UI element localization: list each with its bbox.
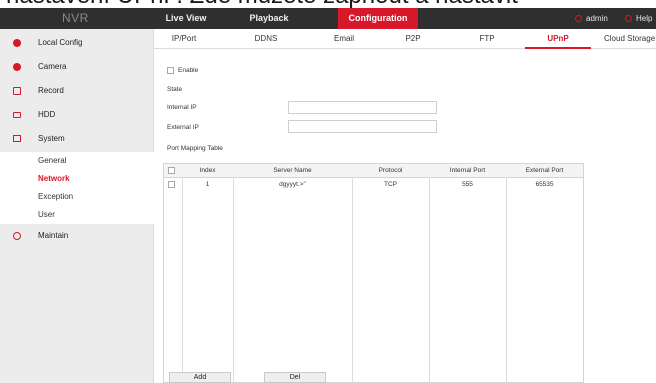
subtab-ftp[interactable]: FTP	[472, 29, 502, 49]
help-menu[interactable]: Help	[625, 8, 652, 29]
system-submenu: General Network Exception User	[0, 152, 154, 224]
sidebar-item-record[interactable]: Record	[0, 79, 154, 103]
sidebar-item-label: HDD	[38, 110, 56, 119]
cell-server-name: dgyyyt.>"	[279, 181, 306, 188]
subtab-upnp[interactable]: UPnP	[525, 29, 591, 49]
record-icon	[13, 87, 21, 95]
sidebar-item-label: System	[38, 134, 65, 143]
user-menu[interactable]: admin	[575, 8, 608, 29]
user-icon	[575, 15, 582, 23]
gear-icon	[13, 39, 21, 47]
state-label: State	[167, 86, 183, 93]
cell-external-port: 65535	[535, 181, 554, 188]
network-subtabs: IP/Port DDNS Email P2P FTP UPnP Cloud St…	[154, 29, 656, 49]
row-select-cell	[164, 178, 182, 192]
sidebar-item-label: Record	[38, 86, 64, 95]
subtab-p2p[interactable]: P2P	[398, 29, 428, 49]
external-ip-field[interactable]	[288, 120, 437, 133]
sidebar-item-label: Camera	[38, 62, 67, 71]
tab-live-view[interactable]: Live View	[149, 8, 223, 29]
sidebar-subitem-user[interactable]: User	[0, 206, 154, 224]
row-checkbox[interactable]	[168, 181, 175, 188]
enable-checkbox[interactable]	[167, 67, 174, 74]
top-navigation-bar: NVR Live View Playback Configuration adm…	[0, 8, 656, 29]
internal-ip-label: Internal IP	[167, 104, 197, 111]
column-divider	[233, 164, 234, 382]
external-ip-label: External IP	[167, 124, 199, 131]
tab-configuration[interactable]: Configuration	[338, 8, 418, 29]
sidebar-subitem-general[interactable]: General	[0, 152, 154, 170]
port-mapping-table-title: Port Mapping Table	[167, 145, 223, 152]
sidebar-item-label: Maintain	[38, 231, 69, 240]
sidebar-item-hdd[interactable]: HDD	[0, 103, 154, 127]
sidebar-item-maintain[interactable]: Maintain	[0, 224, 154, 248]
column-header-index[interactable]: Index	[182, 164, 233, 178]
help-label: Help	[636, 14, 653, 23]
table-header: Index Server Name Protocol Internal Port…	[164, 164, 583, 178]
cell-protocol: TCP	[384, 181, 397, 188]
subtab-ip-port[interactable]: IP/Port	[162, 29, 206, 49]
column-header-external-port[interactable]: External Port	[506, 164, 583, 178]
caption-strip: nastavení UPnP. Zde můžete zapnout a nas…	[0, 0, 656, 8]
enable-label: Enable	[178, 67, 199, 74]
monitor-icon	[13, 135, 21, 142]
column-divider	[429, 164, 430, 382]
column-header-protocol[interactable]: Protocol	[352, 164, 429, 178]
cell-internal-port: 555	[462, 181, 473, 188]
sidebar-item-system[interactable]: System	[0, 127, 154, 151]
upnp-settings-panel: Enable State Internal IP External IP Por…	[154, 49, 656, 383]
subtab-email[interactable]: Email	[326, 29, 362, 49]
column-divider	[182, 164, 183, 382]
help-icon	[625, 15, 632, 23]
column-header-server-name[interactable]: Server Name	[233, 164, 352, 178]
camera-icon	[13, 63, 21, 71]
caption-text: nastavení UPnP. Zde můžete zapnout a nas…	[6, 0, 518, 8]
add-button[interactable]: Add	[169, 372, 231, 383]
sidebar-subitem-exception[interactable]: Exception	[0, 188, 154, 206]
sidebar: Local Config Camera Record HDD System Ge…	[0, 29, 154, 383]
sidebar-item-camera[interactable]: Camera	[0, 55, 154, 79]
column-header-internal-port[interactable]: Internal Port	[429, 164, 506, 178]
info-icon	[13, 232, 21, 240]
subtab-cloud-storage[interactable]: Cloud Storage	[604, 29, 656, 49]
user-label: admin	[586, 14, 608, 23]
sidebar-item-label: Local Config	[38, 38, 83, 47]
select-all-checkbox[interactable]	[168, 167, 175, 174]
select-all-cell	[164, 164, 182, 178]
del-button[interactable]: Del	[264, 372, 326, 383]
sidebar-item-local-config[interactable]: Local Config	[0, 31, 154, 55]
cell-index: 1	[205, 181, 210, 188]
sidebar-subitem-network[interactable]: Network	[0, 170, 154, 188]
subtab-ddns[interactable]: DDNS	[246, 29, 286, 49]
tab-playback[interactable]: Playback	[232, 8, 306, 29]
column-divider	[506, 164, 507, 382]
table-row[interactable]: 1 dgyyyt.>" TCP 555 65535	[164, 178, 583, 192]
column-divider	[352, 164, 353, 382]
brand-logo: NVR	[62, 11, 89, 25]
port-mapping-table: Index Server Name Protocol Internal Port…	[163, 163, 584, 383]
hdd-icon	[13, 112, 21, 118]
internal-ip-field[interactable]	[288, 101, 437, 114]
